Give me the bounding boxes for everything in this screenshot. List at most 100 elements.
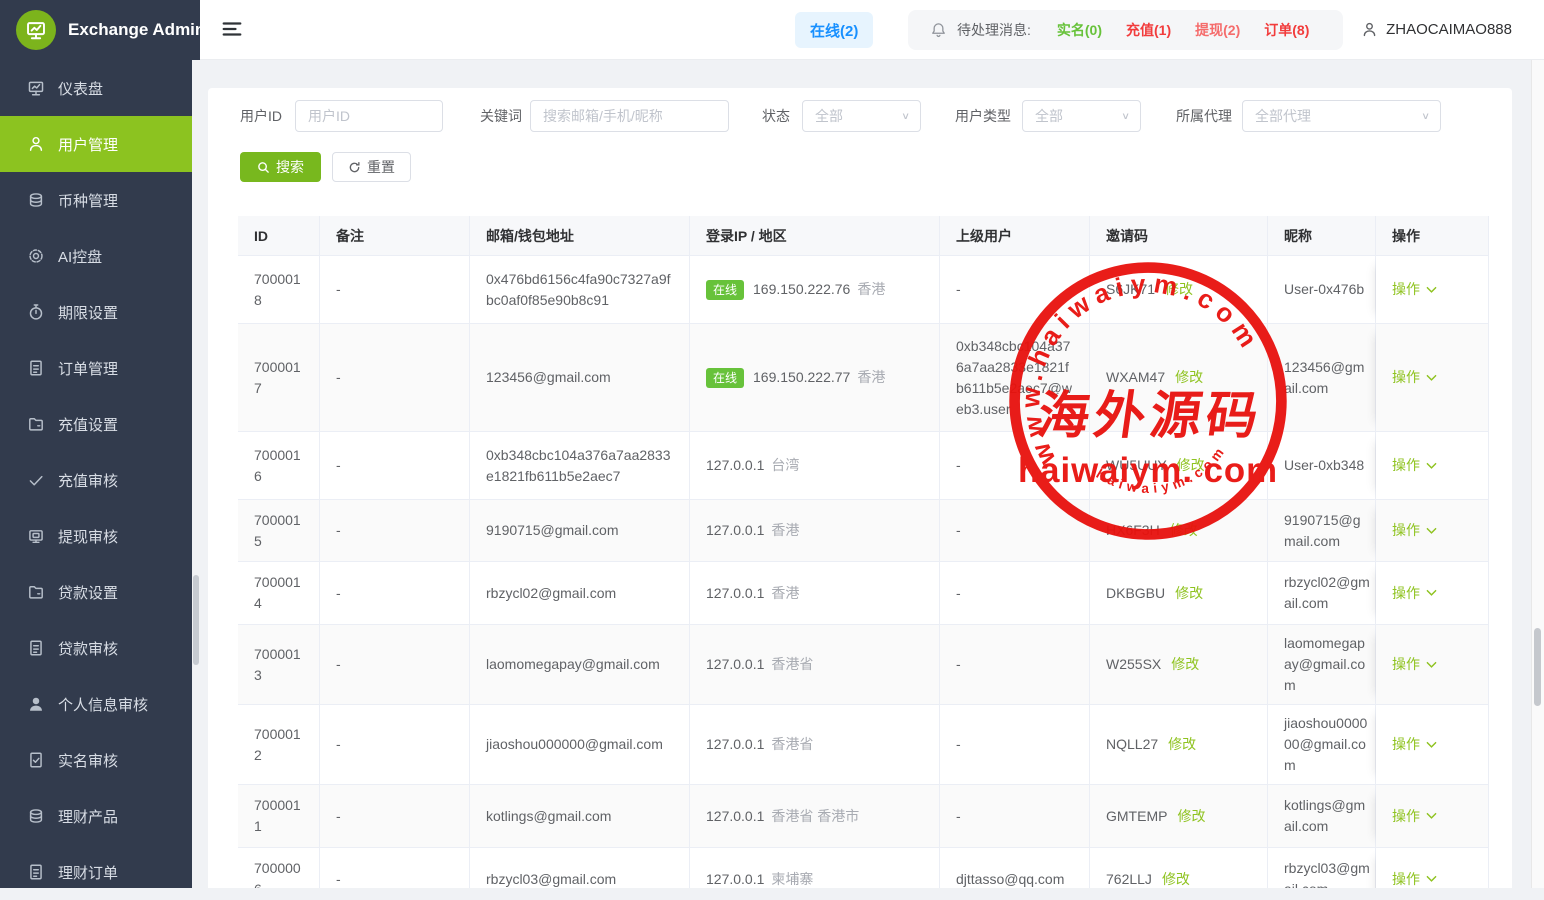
sidebar-item-8[interactable]: 充值审核 xyxy=(0,452,192,508)
sidebar-item-label: 订单管理 xyxy=(58,358,118,379)
cell-parent-user: - xyxy=(940,500,1090,562)
edit-invite-link[interactable]: 修改 xyxy=(1170,522,1198,538)
cell-invite-code: W255SX修改 xyxy=(1090,625,1268,705)
reset-button[interactable]: 重置 xyxy=(332,152,411,182)
edit-invite-link[interactable]: 修改 xyxy=(1162,871,1190,887)
edit-invite-link[interactable]: 修改 xyxy=(1165,281,1193,297)
pending-item-2[interactable]: 充值(1) xyxy=(1126,22,1171,38)
table-row: 7000018-0x476bd6156c4fa90c7327a9fbc0af0f… xyxy=(238,256,1489,324)
keyword-input[interactable] xyxy=(530,100,729,132)
sidebar-item-3[interactable]: 币种管理 xyxy=(0,172,192,228)
action-dropdown[interactable]: 操作 xyxy=(1392,734,1437,755)
cell-login-ip: 127.0.0.1香港省 香港市 xyxy=(690,785,940,848)
sidebar-item-15[interactable]: 理财订单 xyxy=(0,844,192,900)
status-select[interactable]: 全部 ∨ xyxy=(802,100,921,132)
edit-invite-link[interactable]: 修改 xyxy=(1175,369,1203,385)
cell-email: laomomegapay@gmail.com xyxy=(470,625,690,705)
sidebar-item-2[interactable]: 用户管理 xyxy=(0,116,192,172)
pending-item-4[interactable]: 订单(8) xyxy=(1264,22,1309,38)
action-dropdown[interactable]: 操作 xyxy=(1392,869,1437,889)
invite-code: WXAM47 xyxy=(1106,369,1165,385)
cell-nickname: jiaoshou000000@gmail.com xyxy=(1268,705,1376,785)
search-button[interactable]: 搜索 xyxy=(240,152,321,182)
cell-action: 操作 xyxy=(1376,705,1489,785)
invite-code: 762LLJ xyxy=(1106,871,1152,887)
cell-email: rbzycl03@gmail.com xyxy=(470,848,690,888)
agent-select[interactable]: 全部代理 ∨ xyxy=(1242,100,1441,132)
status-label: 状态 xyxy=(762,100,790,132)
sidebar-scrollbar[interactable] xyxy=(192,60,200,888)
coins-icon xyxy=(27,807,45,825)
sidebar-item-12[interactable]: 个人信息审核 xyxy=(0,676,192,732)
table-header-row: ID 备注 邮箱/钱包地址 登录IP / 地区 上级用户 邀请码 昵称 操作 xyxy=(238,216,1489,256)
cell-action: 操作 xyxy=(1376,625,1489,705)
sidebar-item-11[interactable]: 贷款审核 xyxy=(0,620,192,676)
action-dropdown[interactable]: 操作 xyxy=(1392,279,1437,300)
cell-email: jiaoshou000000@gmail.com xyxy=(470,705,690,785)
cell-note: - xyxy=(320,256,470,324)
cell-note: - xyxy=(320,785,470,848)
dashboard-icon xyxy=(27,79,45,97)
edit-invite-link[interactable]: 修改 xyxy=(1177,457,1205,473)
login-region: 柬埔寨 xyxy=(771,871,813,887)
edit-invite-link[interactable]: 修改 xyxy=(1168,736,1196,752)
cell-nickname: rbzycl03@gmail.com xyxy=(1268,848,1376,888)
sidebar-scrollbar-thumb[interactable] xyxy=(193,575,199,665)
sidebar-item-5[interactable]: 期限设置 xyxy=(0,284,192,340)
sidebar-item-14[interactable]: 理财产品 xyxy=(0,788,192,844)
action-dropdown[interactable]: 操作 xyxy=(1392,654,1437,675)
sidebar-item-label: AI控盘 xyxy=(58,246,102,267)
main-content: 用户ID 关键词 状态 全部 ∨ 用户类型 全部 ∨ 所属代理 全部代理 ∨ xyxy=(200,60,1532,888)
sidebar-item-7[interactable]: 充值设置 xyxy=(0,396,192,452)
user-menu[interactable]: ZHAOCAIMAO888 xyxy=(1361,0,1512,59)
edit-invite-link[interactable]: 修改 xyxy=(1171,656,1199,672)
cell-nickname: kotlings@gmail.com xyxy=(1268,785,1376,848)
cell-invite-code: NQLL27修改 xyxy=(1090,705,1268,785)
sidebar-item-label: 实名审核 xyxy=(58,750,118,771)
user-id-input[interactable] xyxy=(295,100,443,132)
action-dropdown[interactable]: 操作 xyxy=(1392,520,1437,541)
action-dropdown[interactable]: 操作 xyxy=(1392,806,1437,827)
document-icon xyxy=(27,639,45,657)
gear-icon xyxy=(27,247,45,265)
sidebar-item-10[interactable]: 贷款设置 xyxy=(0,564,192,620)
page-scrollbar-thumb[interactable] xyxy=(1534,628,1541,706)
cell-id: 7000011 xyxy=(238,785,320,848)
chevron-down-icon xyxy=(1426,527,1437,535)
sidebar-item-9[interactable]: 提现审核 xyxy=(0,508,192,564)
cell-note: - xyxy=(320,432,470,500)
cell-id: 7000016 xyxy=(238,432,320,500)
online-status-badge: 在线 xyxy=(706,280,744,300)
sidebar-item-label: 币种管理 xyxy=(58,190,118,211)
login-ip: 127.0.0.1 xyxy=(706,871,764,887)
chevron-down-icon xyxy=(1426,589,1437,597)
cell-id: 7000015 xyxy=(238,500,320,562)
online-count-tag[interactable]: 在线(2) xyxy=(795,12,873,48)
collapse-sidebar-icon[interactable] xyxy=(220,18,244,42)
agent-label: 所属代理 xyxy=(1176,100,1232,132)
action-dropdown[interactable]: 操作 xyxy=(1392,583,1437,604)
sidebar-item-1[interactable]: 仪表盘 xyxy=(0,60,192,116)
action-dropdown[interactable]: 操作 xyxy=(1392,455,1437,476)
cell-invite-code: GMTEMP修改 xyxy=(1090,785,1268,848)
cell-nickname: 123456@gmail.com xyxy=(1268,324,1376,432)
edit-invite-link[interactable]: 修改 xyxy=(1175,585,1203,601)
pending-item-1[interactable]: 实名(0) xyxy=(1057,22,1102,38)
sidebar-item-13[interactable]: 实名审核 xyxy=(0,732,192,788)
page-scrollbar[interactable] xyxy=(1531,60,1544,888)
cell-email: 0x476bd6156c4fa90c7327a9fbc0af0f85e90b8c… xyxy=(470,256,690,324)
edit-invite-link[interactable]: 修改 xyxy=(1177,808,1205,824)
search-button-label: 搜索 xyxy=(276,157,304,177)
sidebar-item-4[interactable]: AI控盘 xyxy=(0,228,192,284)
username: ZHAOCAIMAO888 xyxy=(1386,21,1512,38)
action-dropdown[interactable]: 操作 xyxy=(1392,367,1437,388)
cell-email: rbzycl02@gmail.com xyxy=(470,562,690,625)
sidebar-item-6[interactable]: 订单管理 xyxy=(0,340,192,396)
user-type-select[interactable]: 全部 ∨ xyxy=(1022,100,1141,132)
cell-email: 123456@gmail.com xyxy=(470,324,690,432)
user-id-label: 用户ID xyxy=(240,100,282,132)
table-row: 7000017-123456@gmail.com在线169.150.222.77… xyxy=(238,324,1489,432)
cell-login-ip: 在线169.150.222.76香港 xyxy=(690,256,940,324)
pending-item-3[interactable]: 提现(2) xyxy=(1195,22,1240,38)
person-icon xyxy=(27,695,45,713)
